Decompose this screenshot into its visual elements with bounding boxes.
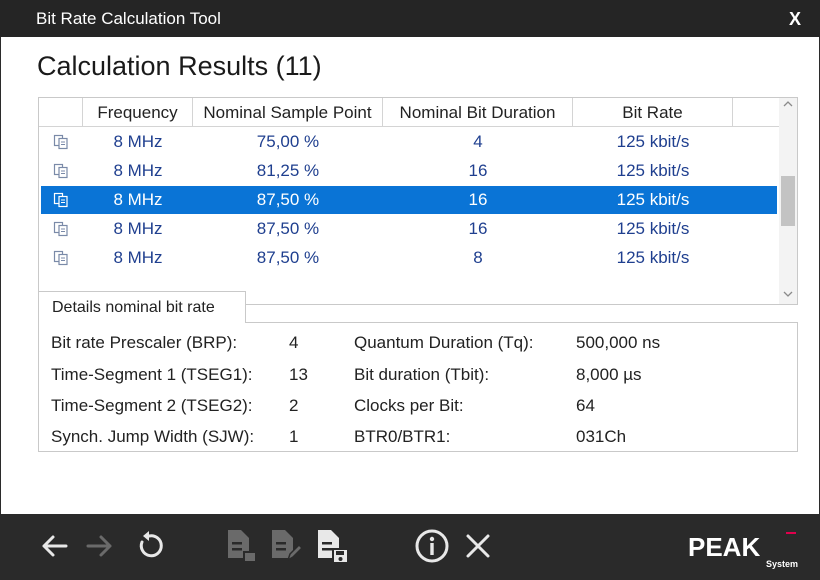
peak-logo: PEAK System [688,524,800,572]
cell-frequency: 8 MHz [113,190,163,209]
cell-sample-point: 81,25 % [256,161,320,180]
clocks-per-bit-label: Clocks per Bit: [354,396,464,415]
copy-document-icon [53,250,69,266]
copy-document-icon [53,134,69,150]
sjw-label: Synch. Jump Width (SJW): [51,427,255,446]
copy-document-icon [53,163,69,179]
bit-duration-label: Bit duration (Tbit): [354,365,490,384]
column-header-bit-rate[interactable]: Bit Rate [573,98,733,127]
btr0-btr1-value: 031Ch [576,427,627,446]
tseg1-label: Time-Segment 1 (TSEG1): [51,365,253,384]
arrow-right-icon[interactable] [82,528,118,564]
tseg2-label: Time-Segment 2 (TSEG2): [51,396,253,415]
chevron-down-icon[interactable] [779,288,797,304]
cell-sample-point: 87,50 % [256,248,320,267]
table-row[interactable]: 8 MHz 87,50 % 16 125 kbit/s [41,215,777,243]
table-row-selected[interactable]: 8 MHz 87,50 % 16 125 kbit/s [41,186,777,214]
cell-sample-point: 87,50 % [256,219,320,238]
cell-bit-duration: 16 [468,219,488,238]
title-bar: Bit Rate Calculation Tool X [0,0,820,37]
column-header-bit-duration[interactable]: Nominal Bit Duration [383,98,573,127]
quantum-duration-value: 500,000 ns [576,333,661,352]
cell-bit-duration: 4 [473,132,483,151]
details-panel: Bit rate Prescaler (BRP): 4 Time-Segment… [38,322,798,452]
copy-document-icon[interactable] [224,528,260,564]
cell-bit-rate: 125 kbit/s [616,248,690,267]
cell-bit-duration: 16 [468,190,488,209]
results-grid[interactable]: Frequency Nominal Sample Point Nominal B… [38,97,798,305]
brp-value: 4 [289,333,299,352]
scrollbar-thumb[interactable] [781,176,795,226]
quantum-duration-label: Quantum Duration (Tq): [354,333,534,352]
table-row[interactable]: 8 MHz 75,00 % 4 125 kbit/s [41,128,777,156]
edit-document-icon[interactable] [268,528,304,564]
cell-bit-rate: 125 kbit/s [616,190,690,209]
cell-sample-point: 87,50 % [256,190,320,209]
cell-frequency: 8 MHz [113,132,163,151]
tseg2-value: 2 [289,396,299,415]
cell-bit-rate: 125 kbit/s [616,161,690,180]
tab-details-nominal-bit-rate[interactable]: Details nominal bit rate [38,291,246,323]
window-title: Bit Rate Calculation Tool [36,9,221,28]
peak-logo-subtext: System [766,559,798,569]
window-close-button[interactable]: X [780,0,810,37]
copy-document-icon [53,221,69,237]
table-row[interactable]: 8 MHz 81,25 % 16 125 kbit/s [41,157,777,185]
cell-bit-duration: 16 [468,161,488,180]
page-title: Calculation Results (11) [37,51,322,81]
column-header-frequency[interactable]: Frequency [83,98,193,127]
bit-duration-value: 8,000 µs [576,365,642,384]
table-row[interactable]: 8 MHz 87,50 % 8 125 kbit/s [41,244,777,272]
btr0-btr1-label: BTR0/BTR1: [354,427,451,446]
refresh-icon[interactable] [132,528,168,564]
close-icon[interactable] [460,528,496,564]
chevron-up-icon[interactable] [779,98,797,114]
copy-document-icon [53,192,69,208]
cell-frequency: 8 MHz [113,219,163,238]
info-icon[interactable] [414,528,450,564]
cell-frequency: 8 MHz [113,248,163,267]
sjw-value: 1 [289,427,299,446]
brp-label: Bit rate Prescaler (BRP): [51,333,238,352]
grid-scrollbar[interactable] [779,98,797,304]
grid-header: Frequency Nominal Sample Point Nominal B… [39,98,779,127]
tseg1-value: 13 [289,365,308,384]
cell-bit-duration: 8 [473,248,483,267]
column-header-sample-point[interactable]: Nominal Sample Point [193,98,383,127]
grid-header-icon-column [39,98,83,127]
cell-sample-point: 75,00 % [256,132,320,151]
peak-logo-text: PEAK [688,532,760,562]
cell-bit-rate: 125 kbit/s [616,132,690,151]
cell-bit-rate: 125 kbit/s [616,219,690,238]
save-document-icon[interactable] [314,528,350,564]
arrow-left-icon[interactable] [36,528,72,564]
main-content: Calculation Results (11) Frequency Nomin… [1,37,819,514]
cell-frequency: 8 MHz [113,161,163,180]
brand-accent-square [786,524,796,534]
clocks-per-bit-value: 64 [576,396,595,415]
